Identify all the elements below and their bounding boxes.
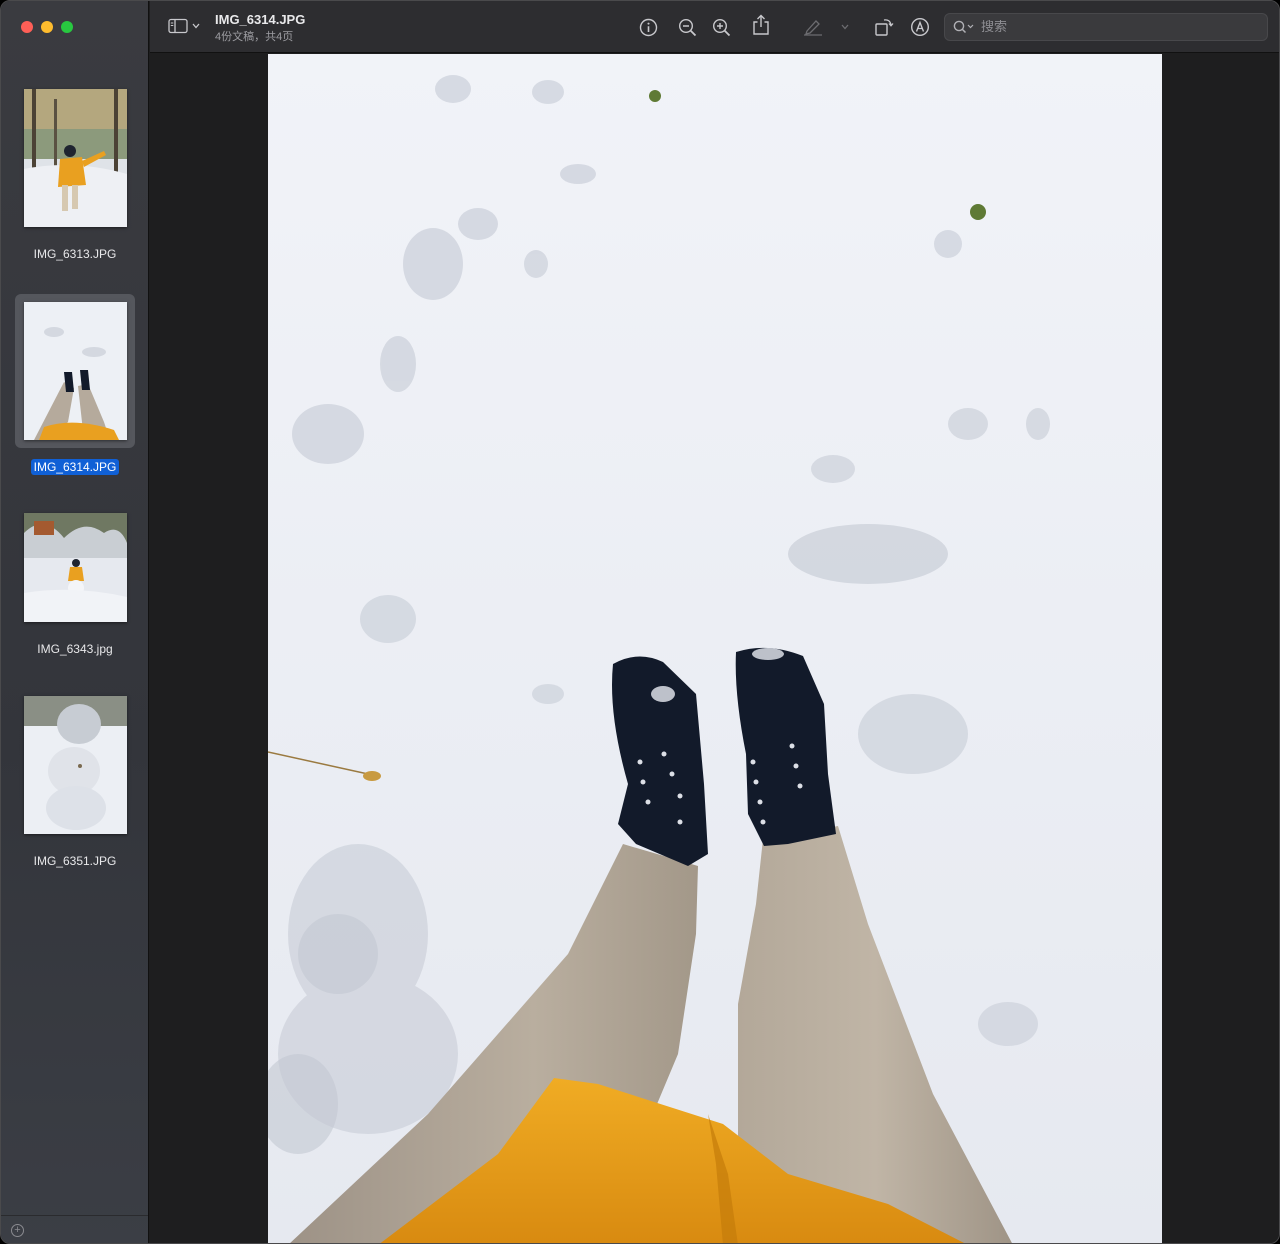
- markup-icon: [910, 17, 930, 37]
- sidebar-footer: +: [1, 1215, 148, 1243]
- zoom-in-button[interactable]: [710, 16, 732, 38]
- sidebar-toggle-button[interactable]: [168, 18, 200, 34]
- highlight-menu-button[interactable]: [838, 16, 852, 38]
- thumbnail-label[interactable]: IMG_6351.JPG: [31, 853, 120, 869]
- document-viewer[interactable]: [150, 54, 1279, 1243]
- thumbnail-item-selected[interactable]: IMG_6314.JPG: [15, 294, 135, 476]
- thumbnail-image[interactable]: [23, 302, 127, 440]
- thumbnail-sidebar: IMG_6313.JPG IMG_6314.JPG IMG_6343.jpg I…: [1, 1, 149, 1243]
- highlight-icon: [804, 20, 822, 36]
- chevron-down-icon: [841, 24, 849, 30]
- close-button[interactable]: [21, 21, 33, 33]
- document-subtitle: 4份文稿，共4页: [215, 31, 294, 43]
- thumbnail-frame[interactable]: [15, 81, 135, 235]
- title-block: IMG_6314.JPG 4份文稿，共4页: [215, 12, 305, 44]
- thumbnail-image[interactable]: [23, 89, 127, 227]
- thumbnail-label[interactable]: IMG_6313.JPG: [31, 246, 120, 262]
- minimize-button[interactable]: [41, 21, 53, 33]
- thumbnail-item[interactable]: IMG_6351.JPG: [15, 688, 135, 870]
- zoom-out-button[interactable]: [676, 16, 698, 38]
- toolbar: IMG_6314.JPG 4份文稿，共4页: [150, 1, 1279, 53]
- zoom-out-icon: [678, 18, 696, 36]
- thumbnail-frame[interactable]: [15, 505, 135, 630]
- zoom-in-icon: [712, 18, 730, 36]
- rotate-button[interactable]: [873, 16, 895, 38]
- info-icon: [639, 18, 657, 36]
- document-title: IMG_6314.JPG: [215, 12, 306, 27]
- thumbnail-frame[interactable]: [15, 688, 135, 842]
- preview-window: IMG_6313.JPG IMG_6314.JPG IMG_6343.jpg I…: [0, 0, 1280, 1244]
- chevron-down-icon: [192, 23, 200, 29]
- thumbnail-image[interactable]: [23, 696, 127, 834]
- search-icon: [953, 20, 974, 34]
- share-button[interactable]: [750, 14, 772, 36]
- add-page-icon[interactable]: +: [11, 1224, 24, 1237]
- sidebar-icon: [168, 18, 188, 34]
- thumbnail-item[interactable]: IMG_6313.JPG: [15, 81, 135, 263]
- search-input[interactable]: [981, 19, 1251, 35]
- info-button[interactable]: [637, 16, 659, 38]
- main-photo: [268, 54, 1162, 1243]
- share-icon: [753, 14, 769, 35]
- search-field[interactable]: [944, 13, 1268, 41]
- thumbnail-label[interactable]: IMG_6314.JPG: [30, 459, 120, 475]
- thumbnail-label[interactable]: IMG_6343.jpg: [34, 641, 115, 657]
- highlight-button[interactable]: [802, 16, 824, 38]
- thumbnail-item[interactable]: IMG_6343.jpg: [15, 505, 135, 658]
- window-controls: [21, 21, 73, 33]
- thumbnail-image[interactable]: [23, 513, 127, 622]
- thumbnail-frame[interactable]: [15, 294, 135, 448]
- zoom-button[interactable]: [61, 21, 73, 33]
- markup-button[interactable]: [909, 16, 931, 38]
- rotate-icon: [875, 19, 894, 36]
